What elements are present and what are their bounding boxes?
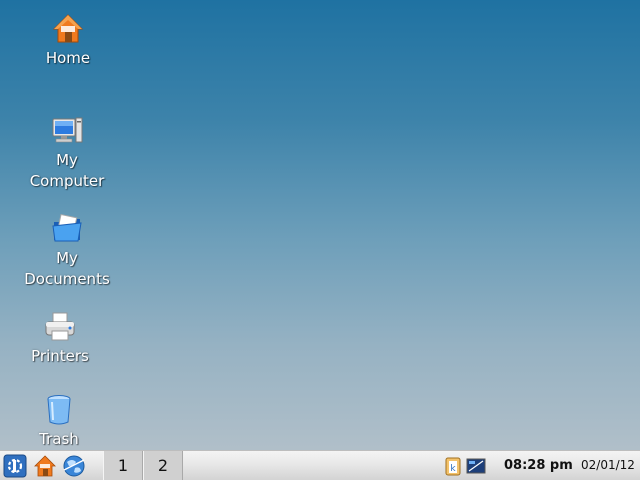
taskbar: 1 2 k 08:28 pm 02/01/12 xyxy=(0,450,640,480)
clock-time[interactable]: 08:28 pm xyxy=(504,451,573,480)
web-browser-icon[interactable] xyxy=(62,454,86,478)
desktop-icon-label: My xyxy=(56,249,78,267)
clock-date[interactable]: 02/01/12 xyxy=(581,451,635,480)
desktop-icon-label: Documents xyxy=(24,270,110,288)
desktop: Home My Computer My Documents Printers T… xyxy=(0,0,640,450)
printer-icon xyxy=(45,312,75,341)
desktop-icon-label: My xyxy=(56,151,78,169)
display-icon[interactable] xyxy=(466,456,486,476)
desktop-icon-printers[interactable]: Printers xyxy=(10,310,110,367)
svg-text:k: k xyxy=(450,464,456,474)
desktop-icon-label: Trash xyxy=(39,430,79,448)
desktop-icon-home[interactable]: Home xyxy=(18,12,118,69)
home-icon xyxy=(52,14,84,43)
klipper-icon[interactable]: k xyxy=(443,456,463,476)
desktop-icon-label: Computer xyxy=(29,172,105,190)
desktop-icon-label: Home xyxy=(45,49,91,67)
virtual-desktop-1-button[interactable]: 1 xyxy=(103,451,143,480)
computer-icon xyxy=(52,117,83,143)
documents-folder-icon xyxy=(52,213,82,242)
desktop-icon-my-computer[interactable]: My Computer xyxy=(17,114,117,192)
desktop-icon-label: Printers xyxy=(31,347,89,365)
trash-icon xyxy=(47,395,71,425)
home-icon[interactable] xyxy=(33,454,57,478)
virtual-desktop-2-button[interactable]: 2 xyxy=(143,451,183,480)
desktop-icon-trash[interactable]: Trash xyxy=(9,393,109,450)
desktop-icon-my-documents[interactable]: My Documents xyxy=(17,212,117,290)
kde-menu-icon[interactable] xyxy=(3,454,27,478)
